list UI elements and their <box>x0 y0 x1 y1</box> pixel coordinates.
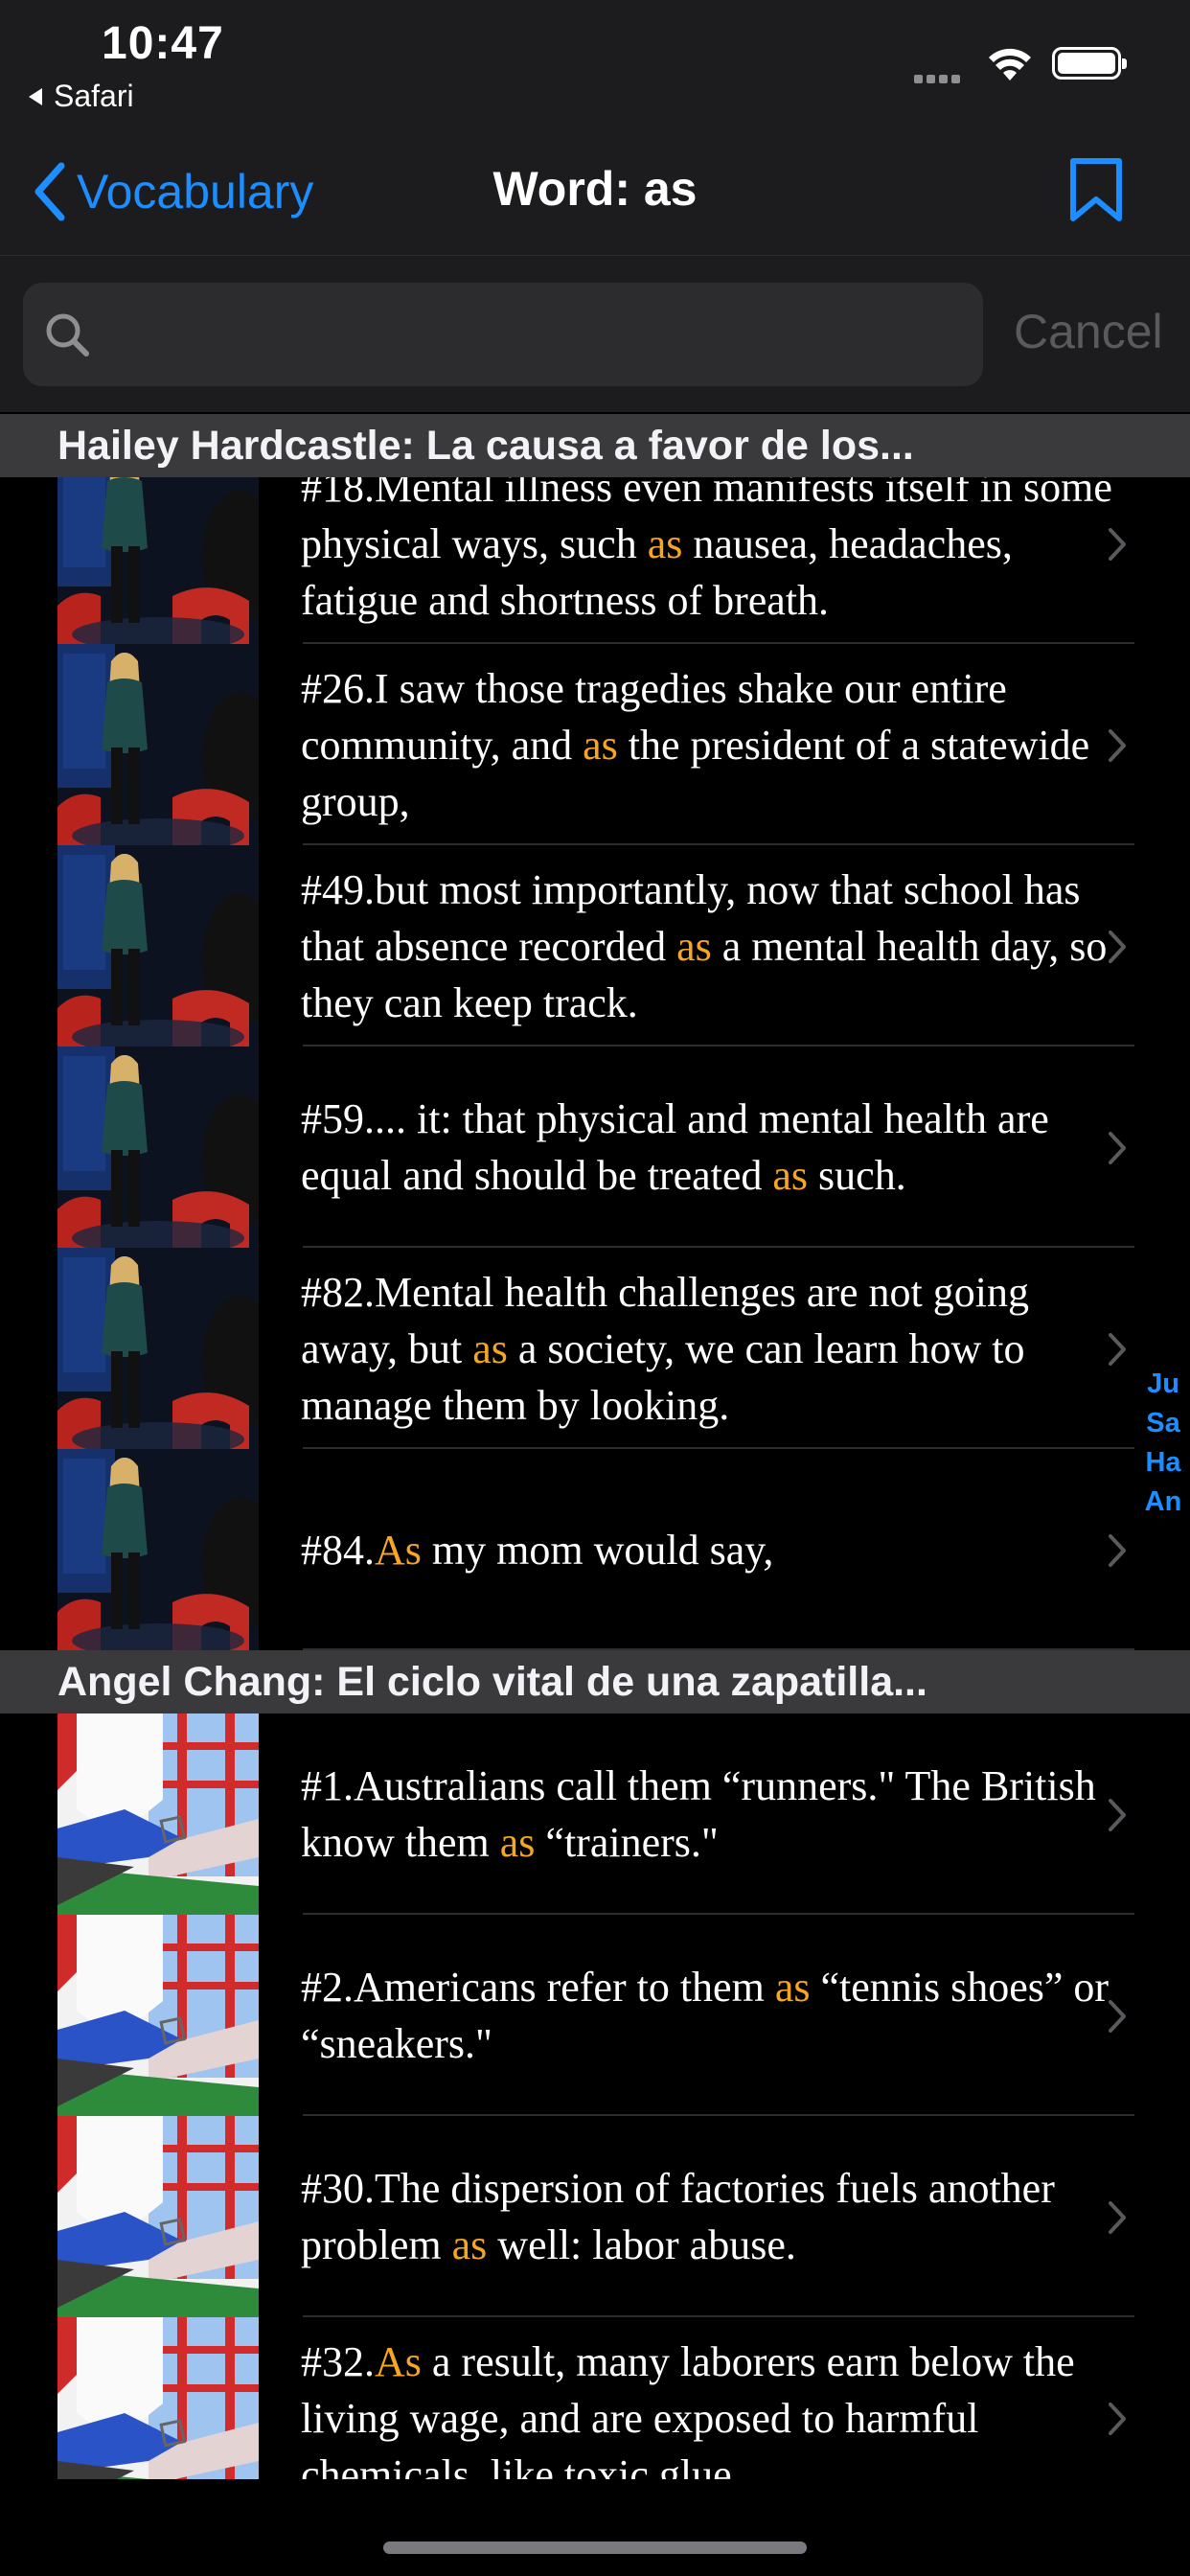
video-thumbnail <box>57 1046 259 1248</box>
cancel-button[interactable]: Cancel <box>1014 304 1163 359</box>
list-item[interactable]: #1.Australians call them “runners." The … <box>57 1714 1134 1915</box>
status-bar: 10:47 Safari <box>0 0 1190 134</box>
video-thumbnail <box>57 845 259 1046</box>
home-indicator <box>383 2542 807 2554</box>
video-thumbnail <box>57 1915 259 2116</box>
highlighted-word: As <box>375 1526 422 1574</box>
chevron-right-icon <box>1109 1333 1126 1366</box>
chevron-right-icon <box>1109 2000 1126 2033</box>
sentence-text: #49.but most importantly, now that schoo… <box>301 845 1144 1046</box>
sentence-after: such. <box>808 1152 906 1199</box>
sentence-number: #84. <box>301 1526 375 1574</box>
highlighted-word: as <box>676 922 712 970</box>
sentence-after: my mom would say, <box>421 1526 774 1574</box>
sentence-text: #30.The dispersion of factories fuels an… <box>301 2116 1144 2317</box>
results-list[interactable]: #18.Mental illness even manifests itself… <box>0 414 1190 2479</box>
section-index-item[interactable]: Sa <box>1136 1404 1190 1443</box>
search-input[interactable] <box>103 283 970 388</box>
sentence-text: #84.As my mom would say, <box>301 1449 1144 1650</box>
highlighted-word: As <box>375 2337 422 2385</box>
wifi-icon <box>989 48 1031 80</box>
section-header: Hailey Hardcastle: La causa a favor de l… <box>0 414 1190 477</box>
sentence-number: #49. <box>301 865 375 913</box>
navigation-bar: Vocabulary Word: as <box>0 134 1190 256</box>
sentence-before: ... it: that physical and mental health … <box>301 1095 1049 1199</box>
status-time: 10:47 <box>102 18 224 69</box>
sentence-text: #59.... it: that physical and mental hea… <box>301 1046 1144 1248</box>
video-thumbnail <box>57 1449 259 1650</box>
sentence-number: #2. <box>301 1964 354 2011</box>
chevron-right-icon <box>1109 931 1126 963</box>
section-index-item[interactable]: An <box>1136 1483 1190 1522</box>
list-item[interactable]: #2.Americans refer to them as “tennis sh… <box>57 1915 1134 2116</box>
sentence-text: #32.As a result, many laborers earn belo… <box>301 2317 1144 2480</box>
section-index-item[interactable]: Ju <box>1136 1365 1190 1404</box>
search-icon <box>46 313 89 356</box>
cellular-signal-icon <box>914 71 964 88</box>
highlighted-word: as <box>499 1819 536 1866</box>
sentence-number: #30. <box>301 2165 375 2212</box>
video-thumbnail <box>57 2116 259 2317</box>
highlighted-word: as <box>772 1152 809 1199</box>
list-item[interactable]: #32.As a result, many laborers earn belo… <box>57 2317 1133 2479</box>
sentence-after: well: labor abuse. <box>487 2221 796 2268</box>
sentence-after: “trainers." <box>535 1819 719 1866</box>
list-item[interactable]: #82.Mental health challenges are not goi… <box>57 1248 1134 1449</box>
sentence-number: #82. <box>301 1268 375 1316</box>
highlighted-word: as <box>583 721 618 769</box>
chevron-right-icon <box>1109 528 1126 561</box>
chevron-right-icon <box>1109 729 1126 762</box>
section-header: Angel Chang: El ciclo vital de una zapat… <box>0 1650 1190 1714</box>
chevron-right-icon <box>1109 1799 1126 1831</box>
sentence-number: #59. <box>301 1095 375 1142</box>
sentence-number: #1. <box>301 1762 354 1809</box>
highlighted-word: as <box>451 2221 488 2268</box>
video-thumbnail <box>57 1714 259 1915</box>
sentence-text: #82.Mental health challenges are not goi… <box>301 1248 1144 1449</box>
list-item[interactable]: #49.but most importantly, now that schoo… <box>57 845 1134 1046</box>
chevron-right-icon <box>1109 1132 1126 1164</box>
highlighted-word: as <box>647 519 683 567</box>
section-index[interactable]: Ju Sa Ha An <box>1136 1365 1190 1522</box>
sentence-before: Americans refer to them <box>354 1964 775 2011</box>
section-index-item[interactable]: Ha <box>1136 1443 1190 1483</box>
sentence-text: #1.Australians call them “runners." The … <box>301 1714 1144 1915</box>
sentence-text: #2.Americans refer to them as “tennis sh… <box>301 1915 1144 2116</box>
back-triangle-icon <box>29 88 42 105</box>
search-field-container <box>23 283 983 388</box>
highlighted-word: as <box>472 1324 508 1372</box>
battery-icon <box>1052 47 1127 80</box>
chevron-right-icon <box>1109 2403 1126 2435</box>
back-to-app-link[interactable]: Safari <box>29 79 134 114</box>
list-item[interactable]: #59.... it: that physical and mental hea… <box>57 1046 1134 1248</box>
video-thumbnail <box>57 2317 259 2479</box>
bookmark-icon[interactable] <box>1067 157 1125 224</box>
list-item[interactable]: #26.I saw those tragedies shake our enti… <box>57 644 1134 845</box>
video-thumbnail <box>57 644 259 845</box>
chevron-right-icon <box>1109 2201 1126 2234</box>
highlighted-word: as <box>774 1964 811 2011</box>
list-item[interactable]: #30.The dispersion of factories fuels an… <box>57 2116 1134 2317</box>
back-app-label: Safari <box>54 79 134 113</box>
sentence-number: #26. <box>301 664 375 712</box>
page-title: Word: as <box>492 162 698 216</box>
search-bar: Cancel <box>0 256 1190 412</box>
chevron-right-icon <box>1109 1534 1126 1567</box>
list-item[interactable]: #84.As my mom would say, <box>57 1449 1134 1650</box>
sentence-text: #26.I saw those tragedies shake our enti… <box>301 644 1144 845</box>
sentence-number: #32. <box>301 2337 375 2385</box>
video-thumbnail <box>57 1248 259 1449</box>
